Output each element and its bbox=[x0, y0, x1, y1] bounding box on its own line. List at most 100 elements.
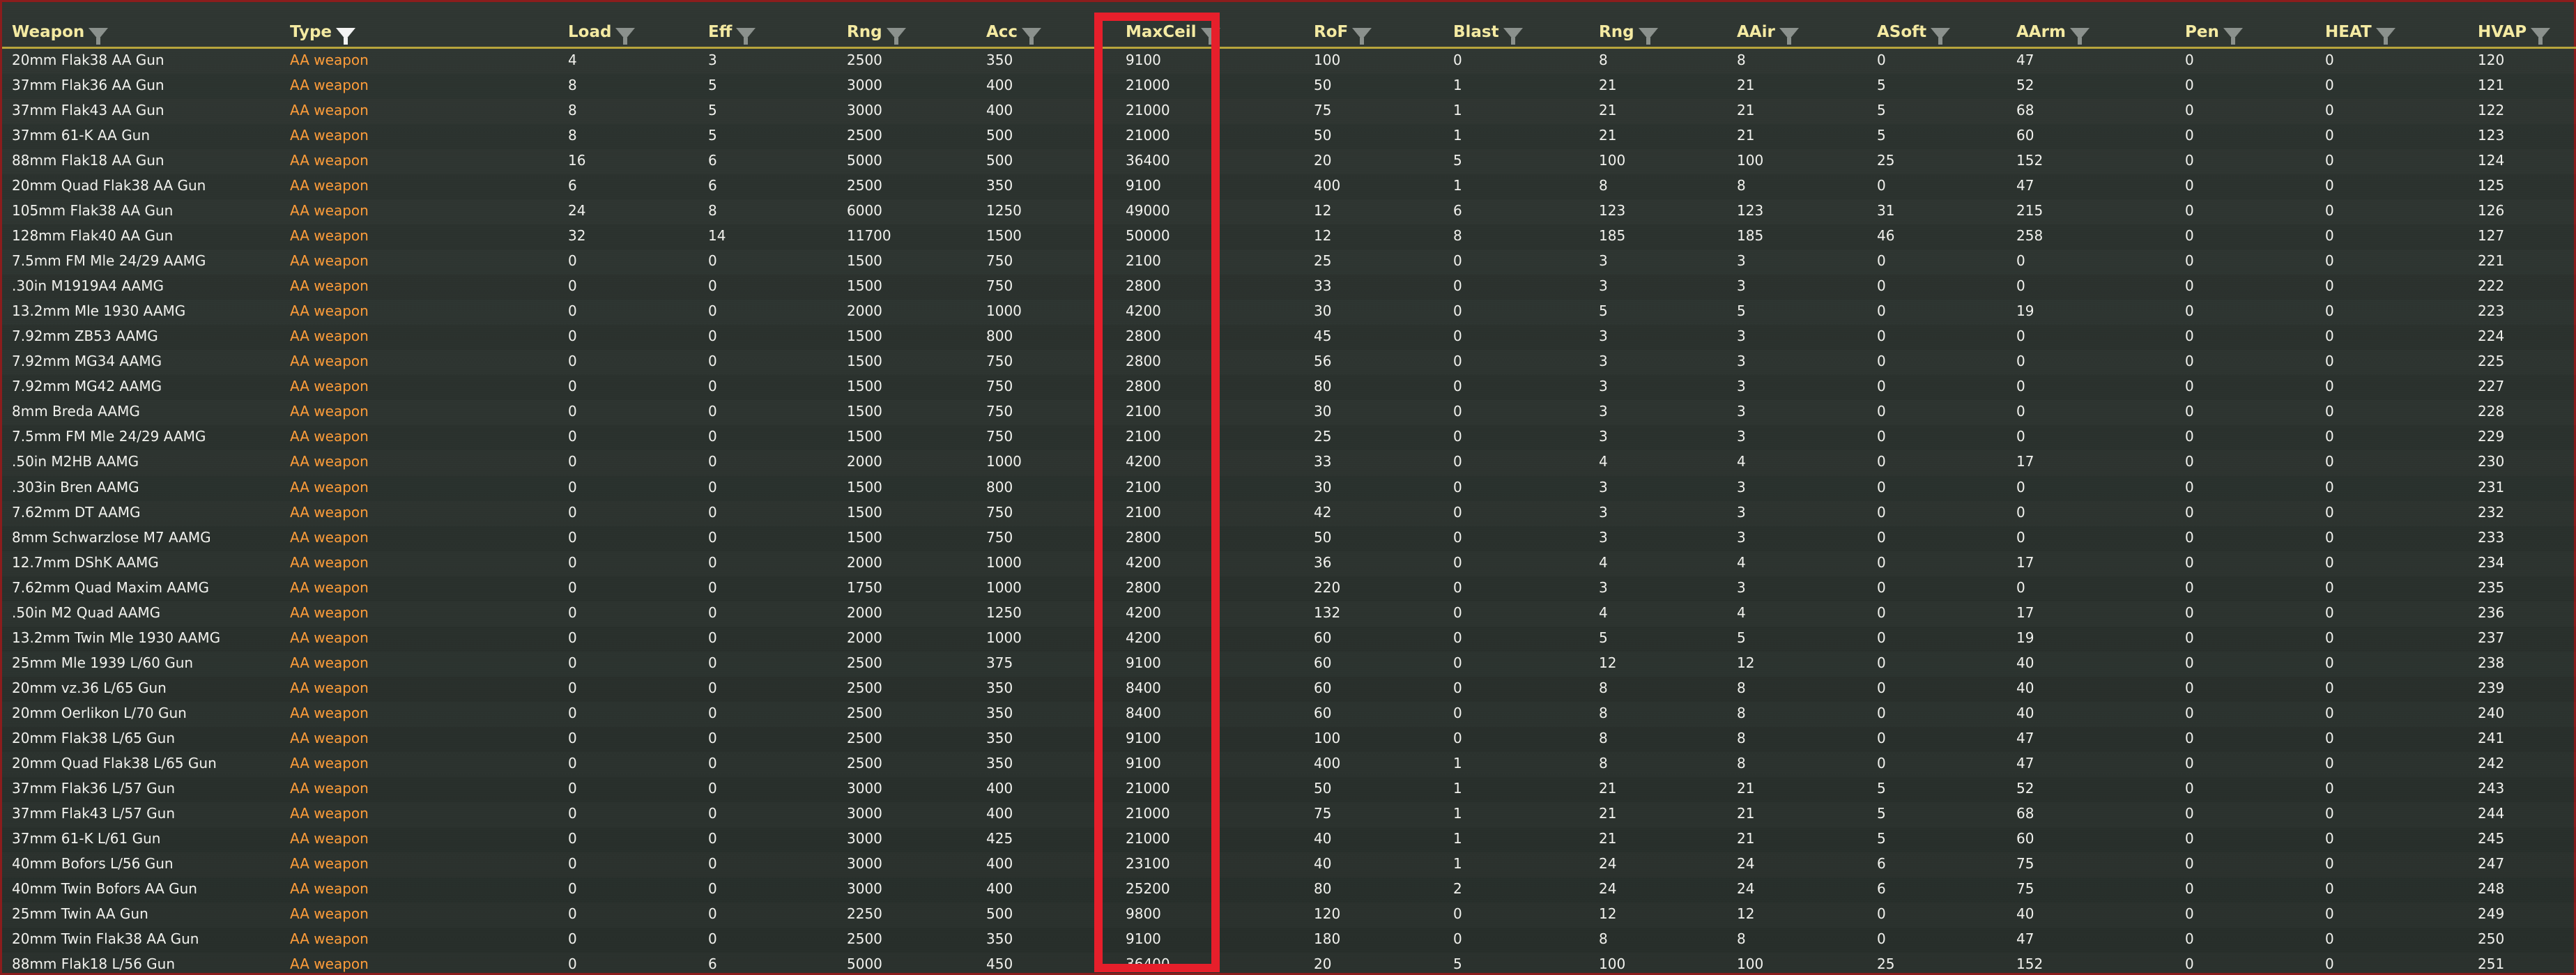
table-row[interactable]: 7.92mm MG42 AAMG AA weapon 0 0 1500 750 2800 80… bbox=[2, 375, 2576, 401]
filter-icon[interactable] bbox=[336, 27, 356, 45]
cell-pen: 0 bbox=[2185, 77, 2194, 94]
table-row[interactable]: 12.7mm DShK AAMG AA weapon 0 0 2000 1000 4200 3… bbox=[2, 551, 2576, 576]
filter-icon[interactable] bbox=[1503, 27, 1523, 45]
table-row[interactable]: 20mm Quad Flak38 AA Gun AA weapon 6 6 2500 35… bbox=[2, 174, 2576, 200]
table-row[interactable]: 20mm Quad Flak38 L/65 Gun AA weapon 0 0 2500… bbox=[2, 752, 2576, 777]
table-row[interactable]: 8mm Schwarzlose M7 AAMG AA weapon 0 0 1500 75… bbox=[2, 525, 2576, 551]
table-row[interactable]: 8mm Breda AAMG AA weapon 0 0 1500 750 2100 30 0 3… bbox=[2, 400, 2576, 425]
table-row[interactable]: 7.5mm FM Mle 24/29 AAMG AA weapon 0 0 1500 75… bbox=[2, 425, 2576, 451]
cell-load: 0 bbox=[568, 277, 577, 295]
table-row[interactable]: 25mm Mle 1939 L/60 Gun AA weapon 0 0 2500 375… bbox=[2, 652, 2576, 677]
column-header-rng2[interactable]: Rng bbox=[1599, 20, 1658, 45]
table-row[interactable]: 37mm Flak43 AA Gun AA weapon 8 5 3000 400 2100… bbox=[2, 99, 2576, 124]
cell-rng: 2000 bbox=[847, 302, 882, 320]
table-row[interactable]: 20mm Twin Flak38 AA Gun AA weapon 0 0 2500 35… bbox=[2, 928, 2576, 953]
table-row[interactable]: .30in M1919A4 AAMG AA weapon 0 0 1500 750 2800… bbox=[2, 275, 2576, 300]
column-header-acc[interactable]: Acc bbox=[986, 20, 1042, 45]
table-row[interactable]: 7.92mm MG34 AAMG AA weapon 0 0 1500 750 2800 56… bbox=[2, 350, 2576, 375]
filter-icon[interactable] bbox=[615, 27, 636, 45]
cell-pen: 0 bbox=[2185, 629, 2194, 646]
table-row[interactable]: 7.62mm DT AAMG AA weapon 0 0 1500 750 2100 42 0 3… bbox=[2, 501, 2576, 526]
cell-blast: 0 bbox=[1453, 378, 1462, 395]
table-row[interactable]: 20mm Flak38 AA Gun AA weapon 4 3 2500 350 9100… bbox=[2, 49, 2576, 74]
table-row[interactable]: 7.5mm FM Mle 24/29 AAMG AA weapon 0 0 1500 75… bbox=[2, 249, 2576, 275]
table-row[interactable]: 40mm Twin Bofors AA Gun AA weapon 0 0 3000 40… bbox=[2, 877, 2576, 903]
cell-eff: 0 bbox=[708, 905, 717, 923]
cell-pen: 0 bbox=[2185, 453, 2194, 470]
cell-aarm: 68 bbox=[2016, 102, 2034, 119]
column-header-aarm[interactable]: AArm bbox=[2016, 20, 2090, 45]
table-row[interactable]: .50in M2HB AAMG AA weapon 0 0 2000 1000 4200 33… bbox=[2, 450, 2576, 475]
table-row[interactable]: .303in Bren AAMG AA weapon 0 0 1500 800 2100 30… bbox=[2, 475, 2576, 501]
table-row[interactable]: 40mm Bofors L/56 Gun AA weapon 0 0 3000 400 23… bbox=[2, 852, 2576, 877]
cell-weapon: 20mm vz.36 L/65 Gun bbox=[12, 679, 167, 696]
table-row[interactable]: 20mm vz.36 L/65 Gun AA weapon 0 0 2500 350 840… bbox=[2, 676, 2576, 702]
cell-maxceil: 36400 bbox=[1126, 955, 1170, 973]
table-row[interactable]: 37mm Flak43 L/57 Gun AA weapon 0 0 3000 400 21… bbox=[2, 802, 2576, 827]
column-header-eff[interactable]: Eff bbox=[708, 20, 756, 45]
column-header-pen[interactable]: Pen bbox=[2185, 20, 2243, 45]
cell-rng: 2000 bbox=[847, 553, 882, 571]
table-row[interactable]: 13.2mm Twin Mle 1930 AAMG AA weapon 0 0 2000… bbox=[2, 626, 2576, 652]
cell-rng2: 3 bbox=[1599, 252, 1608, 270]
table-row[interactable]: 7.92mm ZB53 AAMG AA weapon 0 0 1500 800 2800 45… bbox=[2, 325, 2576, 351]
table-row[interactable]: 37mm 61-K AA Gun AA weapon 8 5 2500 500 21000 5… bbox=[2, 124, 2576, 150]
filter-icon[interactable] bbox=[1022, 27, 1042, 45]
cell-maxceil: 2100 bbox=[1126, 478, 1161, 496]
column-header-weapon[interactable]: Weapon bbox=[12, 20, 109, 45]
table-row[interactable]: 20mm Oerlikon L/70 Gun AA weapon 0 0 2500 350… bbox=[2, 702, 2576, 727]
column-header-rof[interactable]: RoF bbox=[1314, 20, 1372, 45]
filter-icon[interactable] bbox=[886, 27, 906, 45]
table-row[interactable]: 37mm 61-K L/61 Gun AA weapon 0 0 3000 425 2100… bbox=[2, 827, 2576, 852]
filter-icon[interactable] bbox=[89, 27, 109, 45]
column-header-hvap[interactable]: HVAP bbox=[2478, 20, 2551, 45]
column-header-asoft[interactable]: ASoft bbox=[1877, 20, 1951, 45]
column-header-heat[interactable]: HEAT bbox=[2325, 20, 2395, 45]
cell-aarm: 40 bbox=[2016, 654, 2034, 671]
cell-aarm: 0 bbox=[2016, 328, 2025, 345]
filter-icon[interactable] bbox=[2223, 27, 2243, 45]
filter-icon[interactable] bbox=[1931, 27, 1951, 45]
column-header-aair[interactable]: AAir bbox=[1737, 20, 1799, 45]
table-row[interactable]: 7.62mm Quad Maxim AAMG AA weapon 0 0 1750 100… bbox=[2, 576, 2576, 601]
cell-eff: 0 bbox=[708, 528, 717, 546]
filter-icon[interactable] bbox=[1352, 27, 1372, 45]
table-row[interactable]: 25mm Twin AA Gun AA weapon 0 0 2250 500 9800 12… bbox=[2, 903, 2576, 928]
cell-blast: 1 bbox=[1453, 854, 1462, 872]
cell-type: AA weapon bbox=[290, 353, 369, 370]
cell-maxceil: 2800 bbox=[1126, 578, 1161, 596]
table-row[interactable]: 13.2mm Mle 1930 AAMG AA weapon 0 0 2000 1000 4… bbox=[2, 300, 2576, 325]
cell-eff: 0 bbox=[708, 729, 717, 746]
column-header-rng[interactable]: Rng bbox=[847, 20, 906, 45]
cell-rng: 2500 bbox=[847, 177, 882, 194]
filter-icon[interactable] bbox=[1638, 27, 1658, 45]
column-header-blast[interactable]: Blast bbox=[1453, 20, 1523, 45]
table-row[interactable]: 105mm Flak38 AA Gun AA weapon 24 8 6000 1250 4… bbox=[2, 199, 2576, 224]
table-row[interactable]: 88mm Flak18 AA Gun AA weapon 16 6 5000 500 364… bbox=[2, 149, 2576, 174]
cell-weapon: 25mm Mle 1939 L/60 Gun bbox=[12, 654, 194, 671]
table-row[interactable]: .50in M2 Quad AAMG AA weapon 0 0 2000 1250 420… bbox=[2, 601, 2576, 627]
cell-blast: 5 bbox=[1453, 152, 1462, 169]
cell-rng2: 3 bbox=[1599, 578, 1608, 596]
table-row[interactable]: 88mm Flak18 L/56 Gun AA weapon 0 6 5000 450 36… bbox=[2, 953, 2576, 975]
table-row[interactable]: 128mm Flak40 AA Gun AA weapon 32 14 11700 150… bbox=[2, 224, 2576, 250]
filter-icon[interactable] bbox=[2069, 27, 2090, 45]
table-row[interactable]: 37mm Flak36 AA Gun AA weapon 8 5 3000 400 2100… bbox=[2, 74, 2576, 100]
cell-heat: 0 bbox=[2325, 227, 2334, 245]
column-header-load[interactable]: Load bbox=[568, 20, 636, 45]
cell-eff: 0 bbox=[708, 503, 717, 521]
filter-icon[interactable] bbox=[1779, 27, 1799, 45]
cell-blast: 2 bbox=[1453, 880, 1462, 897]
filter-icon[interactable] bbox=[1200, 27, 1220, 45]
cell-asoft: 31 bbox=[1877, 202, 1895, 220]
column-header-maxceil[interactable]: MaxCeil bbox=[1126, 20, 1220, 45]
column-header-type[interactable]: Type bbox=[290, 20, 356, 45]
table-row[interactable]: 37mm Flak36 L/57 Gun AA weapon 0 0 3000 400 21… bbox=[2, 776, 2576, 802]
filter-icon[interactable] bbox=[736, 27, 756, 45]
table-row[interactable]: 20mm Flak38 L/65 Gun AA weapon 0 0 2500 350 91… bbox=[2, 726, 2576, 752]
cell-asoft: 0 bbox=[1877, 754, 1886, 771]
cell-pen: 0 bbox=[2185, 880, 2194, 897]
filter-icon[interactable] bbox=[2375, 27, 2395, 45]
cell-acc: 750 bbox=[986, 403, 1013, 420]
filter-icon[interactable] bbox=[2531, 27, 2551, 45]
